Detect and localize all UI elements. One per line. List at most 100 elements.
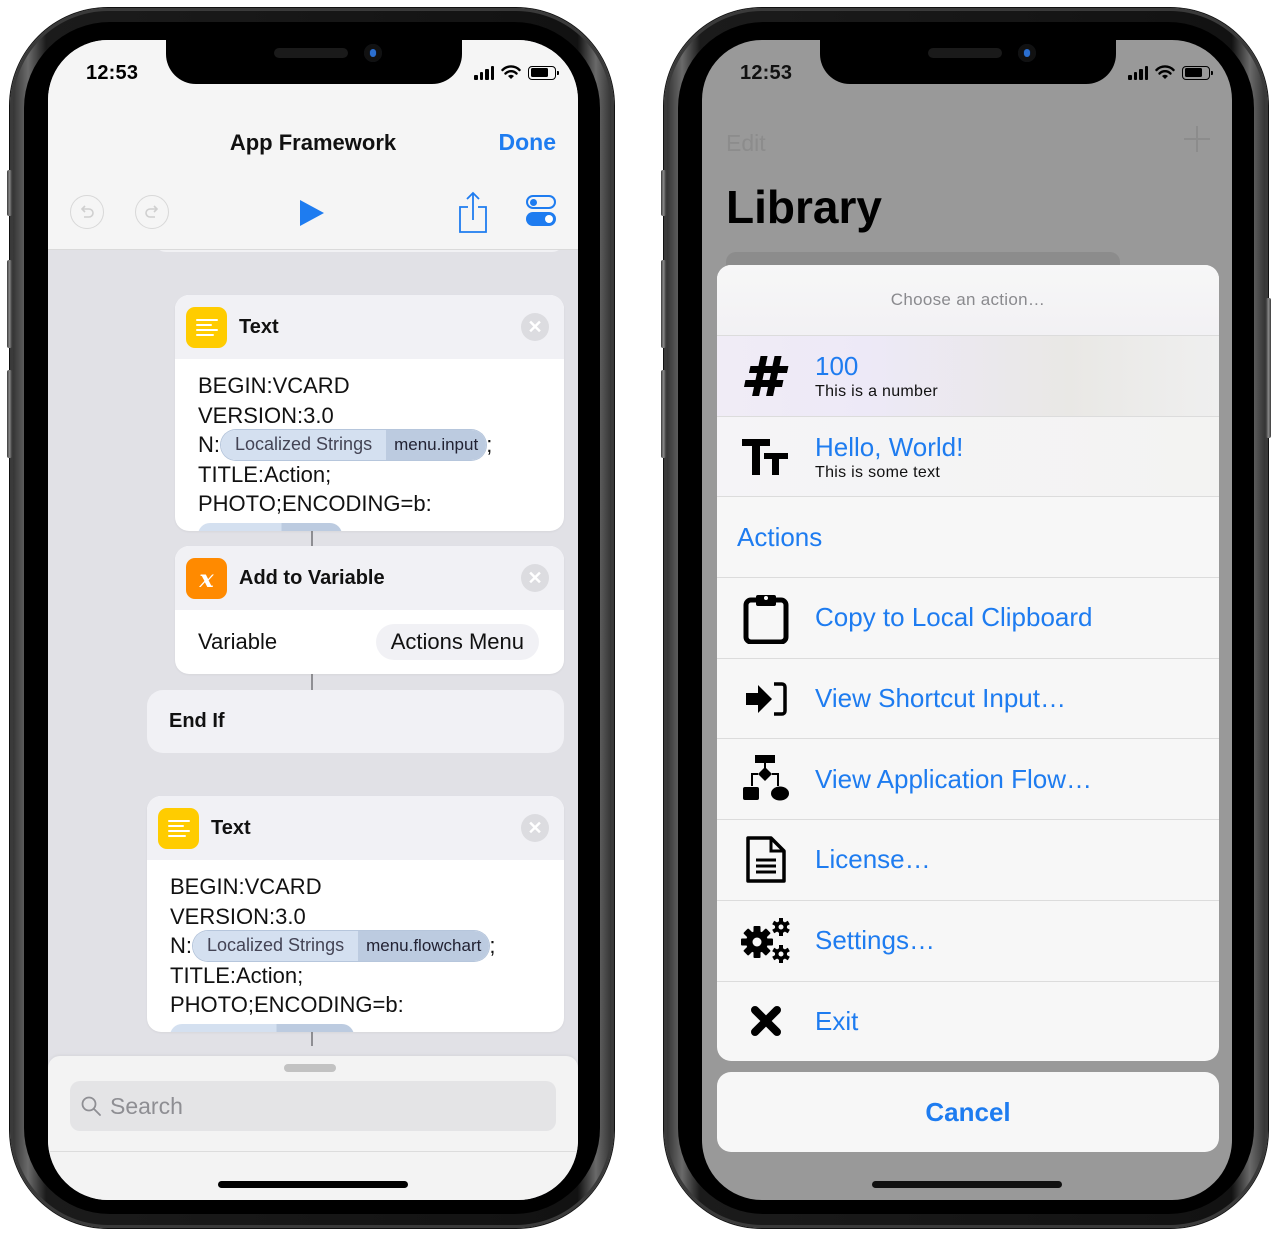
section-header-actions: Actions <box>717 496 1219 577</box>
action-view-application-flow[interactable]: View Application Flow… <box>717 738 1219 819</box>
redo-icon <box>145 205 159 218</box>
item-subtitle: This is some text <box>815 463 941 481</box>
status-time: 12:53 <box>740 62 793 84</box>
page-title: Library <box>726 181 882 233</box>
volume-down-button <box>661 370 666 458</box>
text-line: PHOTO;ENCODING=b: <box>198 491 432 517</box>
mute-switch <box>661 170 666 216</box>
variable-token[interactable]: Localized Strings menu.flowchart <box>193 930 490 961</box>
card-title: Text <box>211 816 251 839</box>
parameter-label: Variable <box>198 629 278 654</box>
card-header: x Add to Variable ✕ <box>175 546 564 610</box>
item-subtitle: This is a number <box>815 382 939 400</box>
wifi-icon <box>501 65 521 79</box>
action-view-shortcut-input[interactable]: View Shortcut Input… <box>717 657 1219 739</box>
close-x-icon <box>717 1004 815 1038</box>
left-phone-frame: 12:53 App Framework Done Text ✕ BEGIN:VC… <box>7 8 614 1228</box>
divider <box>48 1151 578 1152</box>
end-if-card[interactable]: End If <box>147 690 564 753</box>
done-button[interactable]: Done <box>499 129 557 156</box>
text-line: N: Localized Strings menu.input; <box>198 429 541 460</box>
text-line: BEGIN:VCARD <box>170 874 322 899</box>
variable-token-partial <box>170 1023 354 1032</box>
remove-action-button[interactable]: ✕ <box>521 313 549 341</box>
token-source: Localized Strings <box>193 930 359 961</box>
text-fragment: ; <box>486 432 493 457</box>
item-title: 100 <box>815 350 859 381</box>
text-line: VERSION:3.0 <box>170 903 306 929</box>
battery-icon <box>528 65 559 80</box>
action-license[interactable]: License… <box>717 819 1219 900</box>
share-icon[interactable] <box>458 190 488 234</box>
close-icon: ✕ <box>527 567 543 588</box>
card-header: Text ✕ <box>175 295 564 359</box>
shortcut-editor-screen: 12:53 App Framework Done Text ✕ BEGIN:VC… <box>48 40 578 1200</box>
actions-search-sheet <box>48 1056 578 1200</box>
volume-up-button <box>7 260 12 348</box>
variable-token[interactable]: Localized Strings menu.input <box>221 429 487 460</box>
remove-action-button[interactable]: ✕ <box>521 564 549 592</box>
text-line: VERSION:3.0 <box>198 402 334 428</box>
library-screen: 12:53 Edit Library Choose an action… 100… <box>702 40 1232 1200</box>
undo-icon <box>80 205 94 218</box>
plus-icon[interactable] <box>1184 126 1210 152</box>
notch <box>820 40 1116 84</box>
text-line: TITLE:Action; <box>198 461 332 487</box>
sheet-drag-handle[interactable] <box>284 1064 336 1072</box>
action-exit[interactable]: Exit <box>717 980 1219 1062</box>
flow-connector <box>311 674 313 690</box>
card-title: End If <box>169 710 225 732</box>
settings-toggles-icon[interactable] <box>526 195 556 227</box>
item-title: Hello, World! <box>815 431 964 462</box>
text-lines-icon <box>186 306 227 348</box>
text-line: TITLE:Action; <box>170 962 304 988</box>
variable-x-icon: x <box>186 557 227 599</box>
cellular-signal-icon <box>474 65 494 80</box>
right-phone-frame: 12:53 Edit Library Choose an action… 100… <box>661 8 1271 1228</box>
redo-button[interactable] <box>135 195 169 229</box>
text-content[interactable]: BEGIN:VCARD VERSION:3.0 N: Localized Stri… <box>147 860 564 1032</box>
edit-button[interactable]: Edit <box>726 130 766 157</box>
flowchart-icon <box>717 755 815 803</box>
variable-parameter-row: Variable Actions Menu <box>175 610 564 674</box>
search-input[interactable] <box>110 1092 530 1120</box>
status-time: 12:53 <box>86 62 139 84</box>
action-copy-clipboard[interactable]: Copy to Local Clipboard <box>717 577 1219 658</box>
volume-down-button <box>7 370 12 458</box>
flow-connector <box>311 1032 313 1046</box>
undo-button[interactable] <box>70 195 104 229</box>
home-indicator[interactable] <box>218 1181 408 1188</box>
variable-picker[interactable]: Actions Menu <box>375 624 539 660</box>
cellular-signal-icon <box>1128 65 1148 80</box>
play-icon[interactable] <box>300 200 324 226</box>
variable-token-partial <box>198 522 342 531</box>
notch <box>166 40 462 84</box>
hashtag-icon <box>717 354 815 398</box>
text-action-card[interactable]: Text ✕ BEGIN:VCARD VERSION:3.0 N: Localiz… <box>175 295 564 531</box>
action-label: View Application Flow… <box>815 763 1092 794</box>
gears-icon <box>717 917 815 964</box>
action-item-text[interactable]: Hello, World! This is some text <box>717 415 1219 497</box>
search-field[interactable] <box>70 1081 556 1131</box>
remove-action-button[interactable]: ✕ <box>521 814 549 842</box>
add-to-variable-card[interactable]: x Add to Variable ✕ Variable Actions Men… <box>175 546 564 674</box>
action-label: License… <box>815 844 931 875</box>
action-settings[interactable]: Settings… <box>717 899 1219 981</box>
action-item-number[interactable]: 100 This is a number <box>717 335 1219 416</box>
card-title: Add to Variable <box>239 566 385 589</box>
text-content[interactable]: BEGIN:VCARD VERSION:3.0 N: Localized Stri… <box>175 359 564 531</box>
close-icon: ✕ <box>527 817 543 838</box>
cancel-button[interactable]: Cancel <box>717 1072 1219 1152</box>
text-line: BEGIN:VCARD <box>198 373 350 398</box>
text-action-card[interactable]: Text ✕ BEGIN:VCARD VERSION:3.0 N: Localiz… <box>147 796 564 1032</box>
text-fragment: N: <box>198 432 220 457</box>
card-title: Text <box>239 315 279 338</box>
home-indicator[interactable] <box>872 1181 1062 1188</box>
action-label: Exit <box>815 1005 859 1036</box>
side-button <box>1266 298 1271 438</box>
text-lines-icon <box>158 807 199 849</box>
text-line: PHOTO;ENCODING=b: <box>170 992 404 1018</box>
sign-in-icon <box>717 681 815 717</box>
close-icon: ✕ <box>527 316 543 337</box>
choose-action-sheet: Choose an action… 100 This is a number H… <box>717 265 1219 1061</box>
